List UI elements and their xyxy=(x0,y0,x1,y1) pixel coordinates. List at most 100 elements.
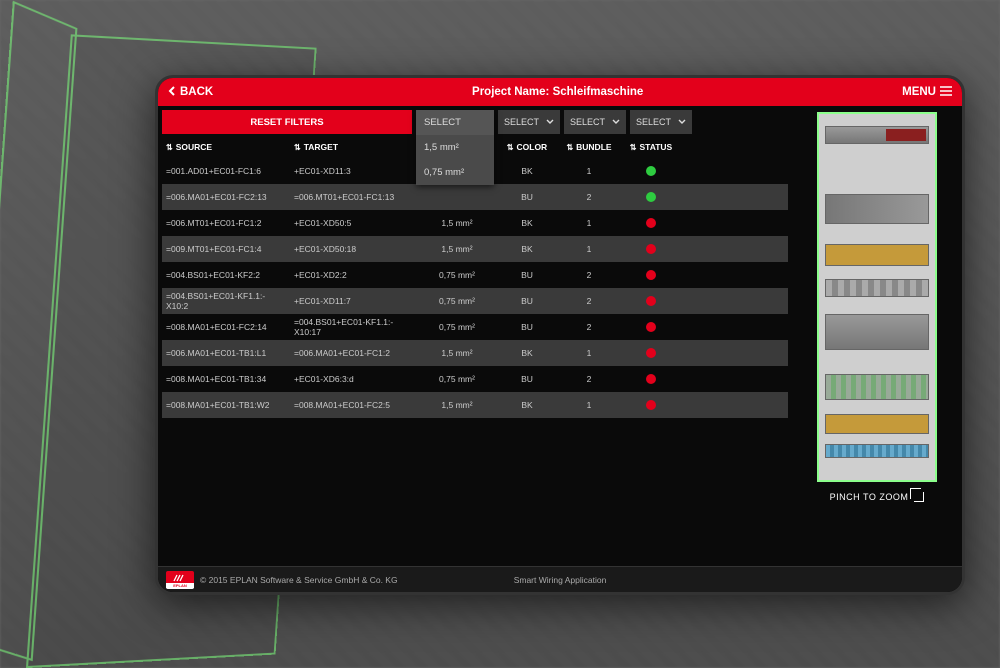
filter-status-select[interactable]: SELECT xyxy=(630,110,692,134)
cell-cross-section: 1,5 mm² xyxy=(418,348,496,358)
cell-bundle: 1 xyxy=(558,348,620,358)
cell-cross-section: 1,5 mm² xyxy=(418,400,496,410)
header-bar: BACK Project Name: Schleifmaschine MENU xyxy=(158,78,962,106)
preview-rack xyxy=(825,374,929,400)
cell-cross-section: 1,5 mm² xyxy=(418,244,496,254)
cell-source: =008.MA01+EC01-TB1:34 xyxy=(162,374,290,384)
cell-source: =006.MA01+EC01-TB1:L1 xyxy=(162,348,290,358)
cell-status xyxy=(620,348,682,358)
preview-rack xyxy=(825,194,929,224)
cell-bundle: 2 xyxy=(558,322,620,332)
cell-target: +EC01-XD2:2 xyxy=(290,270,418,280)
cell-source: =001.AD01+EC01-FC1:6 xyxy=(162,166,290,176)
table-body: =001.AD01+EC01-FC1:6+EC01-XD11:3BK1=006.… xyxy=(162,158,788,418)
dropdown-option[interactable]: 1,5 mm² xyxy=(416,135,494,160)
expand-icon xyxy=(914,492,924,502)
status-dot-icon xyxy=(646,192,656,202)
table-row[interactable]: =008.MA01+EC01-TB1:W2=008.MA01+EC01-FC2:… xyxy=(162,392,788,418)
cell-status xyxy=(620,400,682,410)
cell-target: =006.MA01+EC01-FC1:2 xyxy=(290,348,418,358)
cell-color: BU xyxy=(496,192,558,202)
cell-bundle: 1 xyxy=(558,244,620,254)
table-row[interactable]: =008.MA01+EC01-TB1:34+EC01-XD6:3:d0,75 m… xyxy=(162,366,788,392)
table-row[interactable]: =006.MA01+EC01-TB1:L1=006.MA01+EC01-FC1:… xyxy=(162,340,788,366)
cell-target: +EC01-XD11:3 xyxy=(290,166,418,176)
cell-source: =004.BS01+EC01-KF2:2 xyxy=(162,270,290,280)
cell-status xyxy=(620,270,682,280)
cross-section-dropdown[interactable]: SELECT 1,5 mm² 0,75 mm² xyxy=(416,110,494,185)
table-row[interactable]: =004.BS01+EC01-KF1.1:-X10:2+EC01-XD11:70… xyxy=(162,288,788,314)
app-window: BACK Project Name: Schleifmaschine MENU … xyxy=(155,75,965,595)
status-dot-icon xyxy=(646,374,656,384)
cell-color: BK xyxy=(496,400,558,410)
cell-cross-section: 0,75 mm² xyxy=(418,322,496,332)
column-header-bundle[interactable]: ⇅ BUNDLE xyxy=(558,142,620,152)
menu-label: MENU xyxy=(902,86,936,98)
cell-cross-section: 0,75 mm² xyxy=(418,296,496,306)
sort-icon: ⇅ xyxy=(166,143,173,152)
back-button[interactable]: BACK xyxy=(168,86,213,99)
app-name: Smart Wiring Application xyxy=(514,575,607,585)
content-area: RESET FILTERS SELECT 1,5 mm² 0,75 mm² SE… xyxy=(158,106,962,566)
preview-rack xyxy=(825,314,929,350)
sort-icon: ⇅ xyxy=(294,143,301,152)
cell-color: BU xyxy=(496,270,558,280)
cell-status xyxy=(620,244,682,254)
cabinet-preview[interactable] xyxy=(817,112,937,482)
cell-cross-section: 0,75 mm² xyxy=(418,270,496,280)
chevron-down-icon xyxy=(612,117,620,127)
cell-status xyxy=(620,374,682,384)
cell-bundle: 1 xyxy=(558,400,620,410)
cell-target: =008.MA01+EC01-FC2:5 xyxy=(290,400,418,410)
menu-button[interactable]: MENU xyxy=(902,86,952,99)
filter-bundle-select[interactable]: SELECT xyxy=(564,110,626,134)
cell-status xyxy=(620,218,682,228)
cell-bundle: 2 xyxy=(558,374,620,384)
status-dot-icon xyxy=(646,166,656,176)
cell-cross-section: 1,5 mm² xyxy=(418,218,496,228)
reset-filters-button[interactable]: RESET FILTERS xyxy=(162,110,412,134)
dropdown-option[interactable]: SELECT xyxy=(416,110,494,135)
copyright-text: © 2015 EPLAN Software & Service GmbH & C… xyxy=(200,575,398,585)
back-label: BACK xyxy=(180,86,213,98)
column-header-color[interactable]: ⇅ COLOR xyxy=(496,142,558,152)
zoom-hint: PINCH TO ZOOM xyxy=(830,492,925,502)
cell-color: BU xyxy=(496,322,558,332)
cell-color: BK xyxy=(496,348,558,358)
chevron-left-icon xyxy=(168,86,176,99)
preview-panel: PINCH TO ZOOM xyxy=(792,106,962,566)
column-header-status[interactable]: ⇅ STATUS xyxy=(620,142,682,152)
cell-target: +EC01-XD11:7 xyxy=(290,296,418,306)
table-row[interactable]: =006.MA01+EC01-FC2:13=006.MT01+EC01-FC1:… xyxy=(162,184,788,210)
cell-source: =006.MA01+EC01-FC2:13 xyxy=(162,192,290,202)
preview-rack xyxy=(825,444,929,458)
table-row[interactable]: =009.MT01+EC01-FC1:4+EC01-XD50:181,5 mm²… xyxy=(162,236,788,262)
cell-bundle: 1 xyxy=(558,166,620,176)
cell-color: BK xyxy=(496,166,558,176)
status-dot-icon xyxy=(646,400,656,410)
dropdown-option[interactable]: 0,75 mm² xyxy=(416,160,494,185)
chevron-down-icon xyxy=(546,117,554,127)
cell-target: =006.MT01+EC01-FC1:13 xyxy=(290,192,418,202)
cell-bundle: 2 xyxy=(558,296,620,306)
sort-icon: ⇅ xyxy=(566,143,573,152)
status-dot-icon xyxy=(646,296,656,306)
preview-rack xyxy=(825,414,929,434)
sort-icon: ⇅ xyxy=(507,143,514,152)
status-dot-icon xyxy=(646,348,656,358)
column-header-target[interactable]: ⇅ TARGET xyxy=(290,142,418,152)
cell-source: =008.MA01+EC01-FC2:14 xyxy=(162,322,290,332)
page-title: Project Name: Schleifmaschine xyxy=(213,86,902,98)
table-row[interactable]: =004.BS01+EC01-KF2:2+EC01-XD2:20,75 mm²B… xyxy=(162,262,788,288)
column-header-source[interactable]: ⇅ SOURCE xyxy=(162,142,290,152)
cell-source: =009.MT01+EC01-FC1:4 xyxy=(162,244,290,254)
cell-status xyxy=(620,322,682,332)
cell-target: +EC01-XD6:3:d xyxy=(290,374,418,384)
status-dot-icon xyxy=(646,218,656,228)
table-row[interactable]: =006.MT01+EC01-FC1:2+EC01-XD50:51,5 mm²B… xyxy=(162,210,788,236)
cell-bundle: 2 xyxy=(558,192,620,202)
filter-color-select[interactable]: SELECT xyxy=(498,110,560,134)
table-row[interactable]: =008.MA01+EC01-FC2:14=004.BS01+EC01-KF1.… xyxy=(162,314,788,340)
cell-source: =008.MA01+EC01-TB1:W2 xyxy=(162,400,290,410)
cell-color: BU xyxy=(496,296,558,306)
